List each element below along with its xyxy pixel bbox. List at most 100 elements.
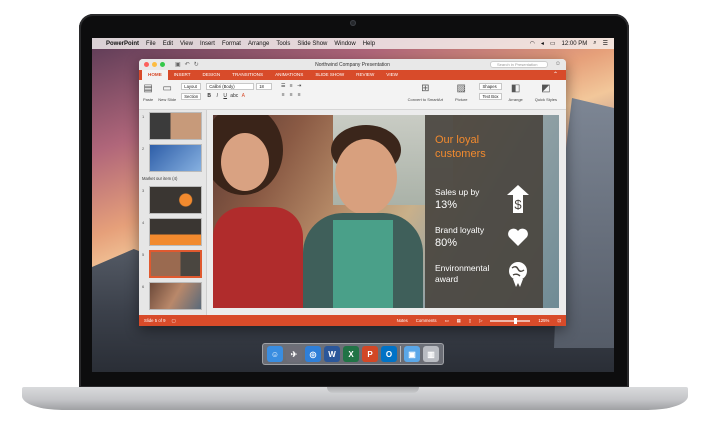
font-name-select[interactable]: Calibri (Body) [206,83,255,90]
menu-edit[interactable]: Edit [163,41,173,47]
stat-sales-label: Sales up by [435,187,480,197]
tab-view[interactable]: VIEW [380,70,404,80]
spotlight-icon[interactable]: ⌕ [593,40,596,47]
word-icon[interactable]: W [324,346,340,362]
ribbon-tabs: HOME INSERT DESIGN TRANSITIONS ANIMATION… [139,70,566,80]
editor-panes: 1 2 Market our item (4) 3 4 5 6 Our loya… [139,110,566,315]
strikethrough-button[interactable]: abc [230,93,238,99]
font-size-select[interactable]: 18 [256,83,273,90]
laptop-base [22,387,688,410]
photo-person-jacket [213,207,303,308]
photo-person-face [221,133,269,191]
volume-icon[interactable]: ◂ [541,40,544,47]
finder-icon[interactable]: ☺ [267,346,283,362]
accessibility-icon[interactable]: ▢ [172,318,176,324]
tab-design[interactable]: DESIGN [197,70,227,80]
align-left-icon[interactable]: ≡ [280,92,286,98]
paste-button[interactable]: ▤ Paste [143,83,153,102]
slide-thumbnail[interactable] [149,186,202,214]
stat-loyalty[interactable]: Brand loyalty 80% [435,225,484,250]
thumb-number: 6 [142,284,145,289]
arrange-button[interactable]: ◧ Arrange [509,83,523,102]
zoom-slider-thumb[interactable] [514,317,518,324]
heart-icon [507,227,529,252]
stat-award[interactable]: Environmental award [435,263,489,285]
status-bar: Slide 5 of 9 ▢ Notes Comments ▭ ▦ ▯ ▷ 12… [139,315,566,326]
slide-thumbnail-selected[interactable] [149,250,202,278]
slide-thumbnail[interactable] [149,218,202,246]
slide-sorter-icon[interactable]: ▦ [457,318,461,324]
shapes-dropdown[interactable]: Shapes [479,83,502,90]
text-box-button[interactable]: Text Box [479,93,502,100]
menu-tools[interactable]: Tools [276,41,290,47]
bold-button[interactable]: B [206,93,212,99]
fit-slide-icon[interactable]: ⊡ [557,318,561,324]
stat-sales[interactable]: Sales up by 13% [435,187,479,212]
align-right-icon[interactable]: ≡ [296,92,302,98]
font-color-icon[interactable]: A [240,93,246,99]
underline-button[interactable]: U [222,93,228,99]
dock-separator [400,346,401,362]
slide-thumbnail-pane[interactable]: 1 2 Market our item (4) 3 4 5 6 [139,110,207,315]
menu-arrange[interactable]: Arrange [248,41,269,47]
slide-thumbnail[interactable] [149,112,202,140]
align-center-icon[interactable]: ≡ [288,92,294,98]
reading-view-icon[interactable]: ▯ [469,318,471,324]
battery-icon[interactable]: ▭ [550,40,556,47]
wifi-icon[interactable]: ◠ [530,40,535,47]
tab-slide-show[interactable]: SLIDE SHOW [309,70,350,80]
zoom-level[interactable]: 125% [538,318,549,323]
os-menu-bar: PowerPoint File Edit View Insert Format … [92,38,614,49]
notes-button[interactable]: Notes [397,318,408,323]
indent-icon[interactable]: ⇥ [296,83,302,89]
search-input[interactable]: Search in Presentation [490,61,548,68]
slide-title[interactable]: Our loyal customers [435,133,510,161]
menu-help[interactable]: Help [363,41,375,47]
numbering-icon[interactable]: ≡ [288,83,294,89]
quick-styles-button[interactable]: ◩ Quick Styles [535,83,557,102]
layout-dropdown[interactable]: Layout [181,83,202,90]
safari-icon[interactable]: ◎ [305,346,321,362]
trash-icon[interactable]: ▥ [423,346,439,362]
tab-animations[interactable]: ANIMATIONS [269,70,309,80]
menu-file[interactable]: File [146,41,156,47]
notifications-icon[interactable]: ☰ [603,40,608,47]
tab-insert[interactable]: INSERT [168,70,197,80]
normal-view-icon[interactable]: ▭ [445,318,449,324]
launchpad-icon[interactable]: ✈ [286,346,302,362]
menu-format[interactable]: Format [222,41,241,47]
excel-icon[interactable]: X [343,346,359,362]
powerpoint-window: ▣ ↶ ↻ Northwind Company Presentation Sea… [139,59,566,326]
menu-app-name[interactable]: PowerPoint [106,41,139,47]
current-slide[interactable]: Our loyal customers Sales up by 13% $ Br… [213,115,559,308]
comments-button[interactable]: Comments [416,318,437,323]
zoom-slider[interactable] [490,317,531,324]
slideshow-icon[interactable]: ▷ [479,318,482,324]
tab-review[interactable]: REVIEW [350,70,380,80]
tab-home[interactable]: HOME [142,70,168,80]
clock[interactable]: 12:00 PM [562,41,588,47]
powerpoint-icon[interactable]: P [362,346,378,362]
picture-button[interactable]: ▨ Picture [455,83,467,102]
menu-slide-show[interactable]: Slide Show [297,41,327,47]
outlook-icon[interactable]: O [381,346,397,362]
downloads-folder-icon[interactable]: ▣ [404,346,420,362]
tab-transitions[interactable]: TRANSITIONS [226,70,269,80]
menu-window[interactable]: Window [334,41,355,47]
bullets-icon[interactable]: ☰ [280,83,286,89]
convert-smartart-button[interactable]: ⊞ Convert to SmartArt [408,83,443,102]
user-account-icon[interactable]: ☺ [555,61,561,67]
italic-button[interactable]: I [214,93,220,99]
arrange-label: Arrange [508,97,523,102]
section-header[interactable]: Market our item (4) [142,176,177,181]
section-dropdown[interactable]: Section [181,93,202,100]
menu-insert[interactable]: Insert [200,41,215,47]
slide-thumbnail[interactable] [149,144,202,172]
slide-thumbnail[interactable] [149,282,202,310]
menu-view[interactable]: View [180,41,193,47]
title-bar: ▣ ↶ ↻ Northwind Company Presentation Sea… [139,59,566,70]
new-slide-button[interactable]: ▭ New Slide [158,83,176,102]
collapse-ribbon-icon[interactable]: ⌃ [553,71,558,78]
thumb-number: 2 [142,146,145,151]
quick-styles-label: Quick Styles [534,97,557,102]
